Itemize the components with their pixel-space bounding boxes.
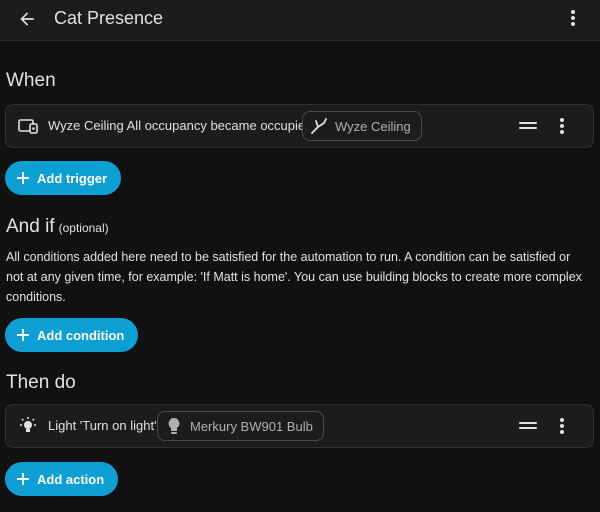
trigger-label: Wyze Ceiling All occupancy became occupi…	[48, 118, 313, 133]
triggers-heading: When	[6, 70, 56, 91]
motion-sensor-icon	[17, 116, 39, 136]
arrow-left-icon	[20, 12, 34, 26]
page-title: Cat Presence	[54, 8, 164, 28]
conditions-heading: And if (optional)	[6, 215, 109, 240]
optional-label: (optional)	[58, 221, 109, 235]
top-app-bar: Cat Presence	[0, 0, 600, 41]
conditions-description: All conditions added here need to be sat…	[6, 250, 582, 304]
drag-handle[interactable]	[519, 122, 537, 130]
device-chip-label: Wyze Ceiling	[335, 118, 411, 134]
device-icon	[309, 116, 329, 136]
more-vert-icon	[560, 418, 564, 434]
action-row[interactable]: Light 'Turn on light' Merkury BW901 Bulb	[5, 404, 594, 448]
add-trigger-label: Add trigger	[37, 170, 108, 186]
conditions-heading-text: And if	[6, 216, 55, 237]
plus-icon	[15, 170, 31, 186]
action-label: Light 'Turn on light'	[48, 418, 157, 433]
lightbulb-on-icon	[17, 416, 39, 436]
add-condition-button[interactable]: Add condition	[5, 318, 139, 352]
overflow-menu-button[interactable]	[562, 5, 584, 31]
drag-handle[interactable]	[519, 422, 537, 430]
add-condition-label: Add condition	[37, 327, 125, 343]
add-trigger-button[interactable]: Add trigger	[5, 161, 122, 195]
actions-heading: Then do	[6, 372, 76, 393]
trigger-menu-button[interactable]	[552, 115, 572, 137]
more-vert-icon	[571, 10, 575, 26]
plus-icon	[15, 327, 31, 343]
add-action-button[interactable]: Add action	[5, 462, 119, 496]
add-action-label: Add action	[37, 471, 105, 487]
device-chip-wyze-ceiling[interactable]: Wyze Ceiling	[302, 111, 422, 141]
device-chip-label: Merkury BW901 Bulb	[190, 418, 313, 434]
plus-icon	[15, 471, 31, 487]
action-menu-button[interactable]	[552, 415, 572, 437]
lightbulb-icon	[164, 416, 184, 436]
trigger-row[interactable]: Wyze Ceiling All occupancy became occupi…	[5, 104, 594, 148]
back-button[interactable]	[14, 6, 40, 32]
more-vert-icon	[560, 118, 564, 134]
device-chip-merkury-bulb[interactable]: Merkury BW901 Bulb	[157, 411, 324, 441]
